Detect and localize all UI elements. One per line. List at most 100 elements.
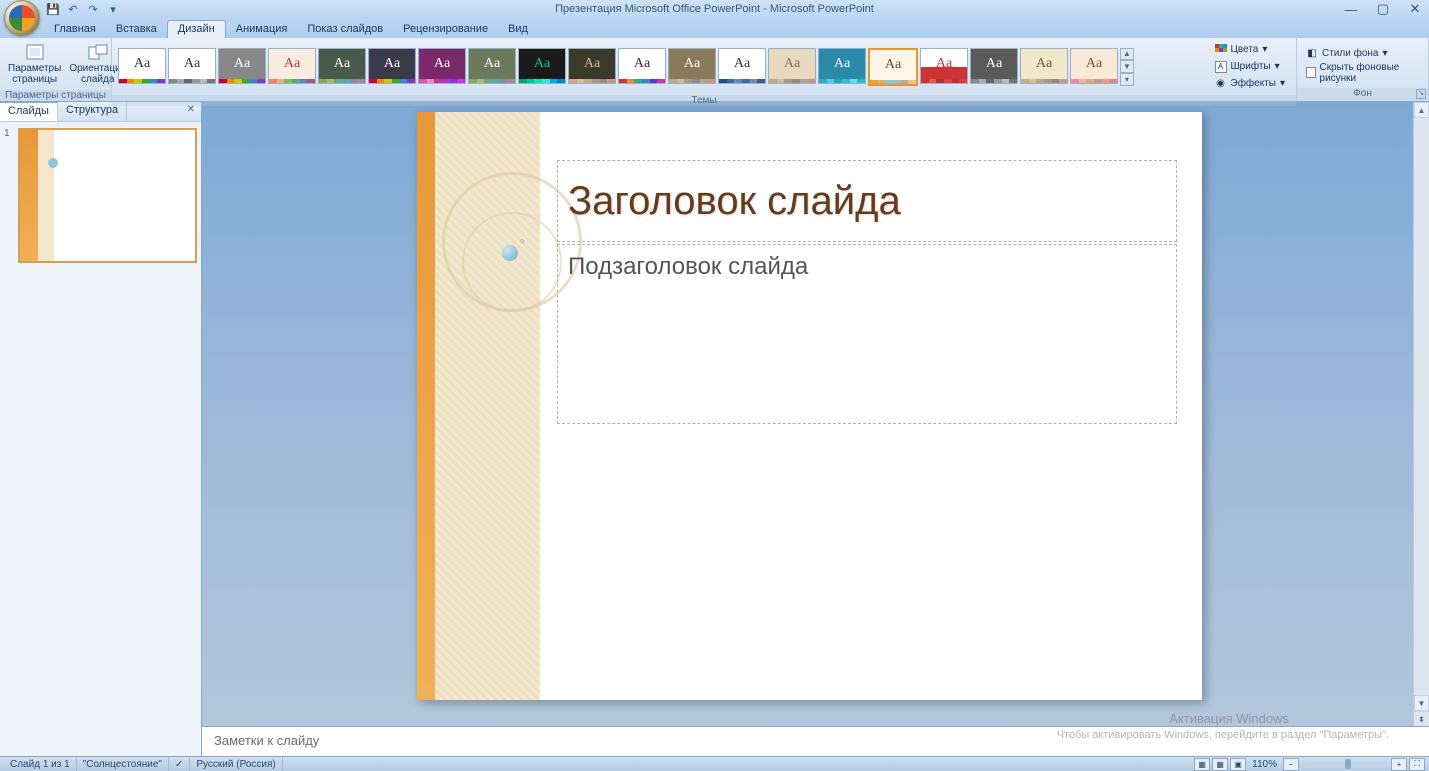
save-button[interactable]: 💾 [44,1,62,17]
slide-editor: Заголовок слайда Подзаголовок слайда ▲ ▼… [202,102,1429,756]
slides-panel: Слайды Структура ✕ 1 [0,102,202,756]
watermark-text: Чтобы активировать Windows, перейдите в … [1057,729,1389,741]
themes-gallery: Aa Aa Aa Aa Aa Aa Aa Aa Aa Aa Aa Aa Aa A… [116,45,1208,89]
close-button[interactable]: ✕ [1405,2,1425,16]
status-theme[interactable]: "Солнцестояние" [77,757,169,771]
checkbox-icon [1306,67,1316,78]
tab-home[interactable]: Главная [44,21,106,38]
slide-bead-small [520,239,524,243]
fonts-button[interactable]: AШрифты ▾ [1212,59,1289,74]
scroll-down[interactable]: ▼ [1414,695,1429,711]
gallery-up[interactable]: ▲ [1120,48,1134,61]
scroll-track[interactable] [1414,118,1429,695]
zoom-handle[interactable] [1345,759,1351,769]
theme-thumb[interactable]: Aa [418,48,466,84]
bg-styles-button[interactable]: ◧Стили фона ▾ [1303,46,1391,61]
thumbnail-row: 1 [4,128,197,263]
group-themes: Aa Aa Aa Aa Aa Aa Aa Aa Aa Aa Aa Aa Aa A… [112,38,1297,101]
colors-button[interactable]: Цвета ▾ [1212,42,1289,57]
tab-animation[interactable]: Анимация [226,21,298,38]
title-placeholder[interactable]: Заголовок слайда [557,160,1177,242]
gallery-more[interactable]: ▾ [1120,73,1134,86]
effects-icon: ◉ [1215,78,1227,90]
page-setup-button[interactable]: Параметры страницы [4,40,65,88]
bg-styles-label: Стили фона [1322,48,1378,59]
group-label-background: Фон↘ [1297,88,1428,101]
theme-thumb[interactable]: Aa [268,48,316,84]
tab-design[interactable]: Дизайн [167,20,226,38]
gallery-down[interactable]: ▼ [1120,60,1134,73]
office-button[interactable] [4,0,40,36]
status-spellcheck[interactable]: ✓ [169,757,190,771]
zoom-in[interactable]: + [1391,758,1407,771]
theme-thumb[interactable]: Aa [818,48,866,84]
gallery-scroll: ▲ ▼ ▾ [1120,48,1134,86]
slide-deco-bar [417,112,435,700]
orientation-icon [86,43,110,61]
theme-thumb[interactable]: Aa [668,48,716,84]
fit-window[interactable]: ⛶ [1409,758,1425,771]
watermark-title: Активация Windows [1169,711,1289,726]
zoom-value[interactable]: 110% [1252,759,1277,770]
group-page-params: Параметры страницы Ориентация слайда Пар… [0,38,112,101]
subtitle-text[interactable]: Подзаголовок слайда [568,253,1166,281]
theme-thumb[interactable]: Aa [468,48,516,84]
theme-thumb[interactable]: Aa [618,48,666,84]
theme-thumb[interactable]: Aa [118,48,166,84]
undo-button[interactable]: ↶ [64,1,82,17]
hide-bg-checkbox[interactable]: Скрыть фоновые рисунки [1303,65,1422,80]
spellcheck-icon: ✓ [175,759,183,770]
theme-thumb[interactable]: Aa [1070,48,1118,84]
title-text[interactable]: Заголовок слайда [568,179,901,224]
page-setup-label: Параметры страницы [8,63,61,85]
qat-customize[interactable]: ▾ [104,1,122,17]
maximize-button[interactable]: ▢ [1373,2,1393,16]
theme-thumb-selected[interactable]: Aa [868,48,918,86]
theme-thumb[interactable]: Aa [218,48,266,84]
theme-thumb[interactable]: Aa [718,48,766,84]
theme-thumb[interactable]: Aa [318,48,366,84]
tab-insert[interactable]: Вставка [106,21,167,38]
theme-thumb[interactable]: Aa [920,48,968,84]
slide-canvas[interactable]: Заголовок слайда Подзаголовок слайда [417,112,1202,700]
tab-view[interactable]: Вид [498,21,538,38]
zoom-out[interactable]: − [1283,758,1299,771]
tab-review[interactable]: Рецензирование [393,21,498,38]
zoom-slider[interactable] [1305,762,1385,766]
prev-slide[interactable]: ⬍ [1414,711,1429,726]
fonts-icon: A [1215,61,1227,73]
status-slide-info[interactable]: Слайд 1 из 1 [4,757,77,771]
redo-button[interactable]: ↷ [84,1,102,17]
view-slideshow[interactable]: ▣ [1230,758,1246,771]
subtitle-placeholder[interactable]: Подзаголовок слайда [557,244,1177,424]
scroll-up[interactable]: ▲ [1414,102,1429,118]
theme-thumb[interactable]: Aa [1020,48,1068,84]
view-normal[interactable]: ▦ [1194,758,1210,771]
thumbnail-number: 1 [4,128,14,263]
theme-thumb[interactable]: Aa [768,48,816,84]
thumb-texture [38,130,54,261]
dialog-launcher[interactable]: ↘ [1416,89,1426,99]
notes-pane[interactable]: Активация Windows Чтобы активировать Win… [202,726,1429,756]
view-sorter[interactable]: ▦ [1212,758,1228,771]
colors-label: Цвета [1231,44,1259,55]
slide-bead [502,245,518,261]
thumb-deco [20,130,38,261]
slide-viewport[interactable]: Заголовок слайда Подзаголовок слайда [202,102,1429,726]
slide-thumbnail[interactable] [18,128,197,263]
theme-thumb[interactable]: Aa [368,48,416,84]
thumbnails-list: 1 [0,122,201,756]
theme-thumb[interactable]: Aa [168,48,216,84]
title-bar: 💾 ↶ ↷ ▾ Презентация Microsoft Office Pow… [0,0,1429,18]
tab-slideshow[interactable]: Показ слайдов [297,21,393,38]
theme-thumb[interactable]: Aa [518,48,566,84]
tab-slides[interactable]: Слайды [0,102,58,121]
theme-thumb[interactable]: Aa [568,48,616,84]
effects-button[interactable]: ◉Эффекты ▾ [1212,76,1289,91]
status-language[interactable]: Русский (Россия) [190,757,282,771]
colors-icon [1215,44,1227,56]
ribbon-tabs: Главная Вставка Дизайн Анимация Показ сл… [0,18,1429,38]
fonts-label: Шрифты [1231,61,1271,72]
theme-thumb[interactable]: Aa [970,48,1018,84]
minimize-button[interactable]: — [1341,2,1361,16]
